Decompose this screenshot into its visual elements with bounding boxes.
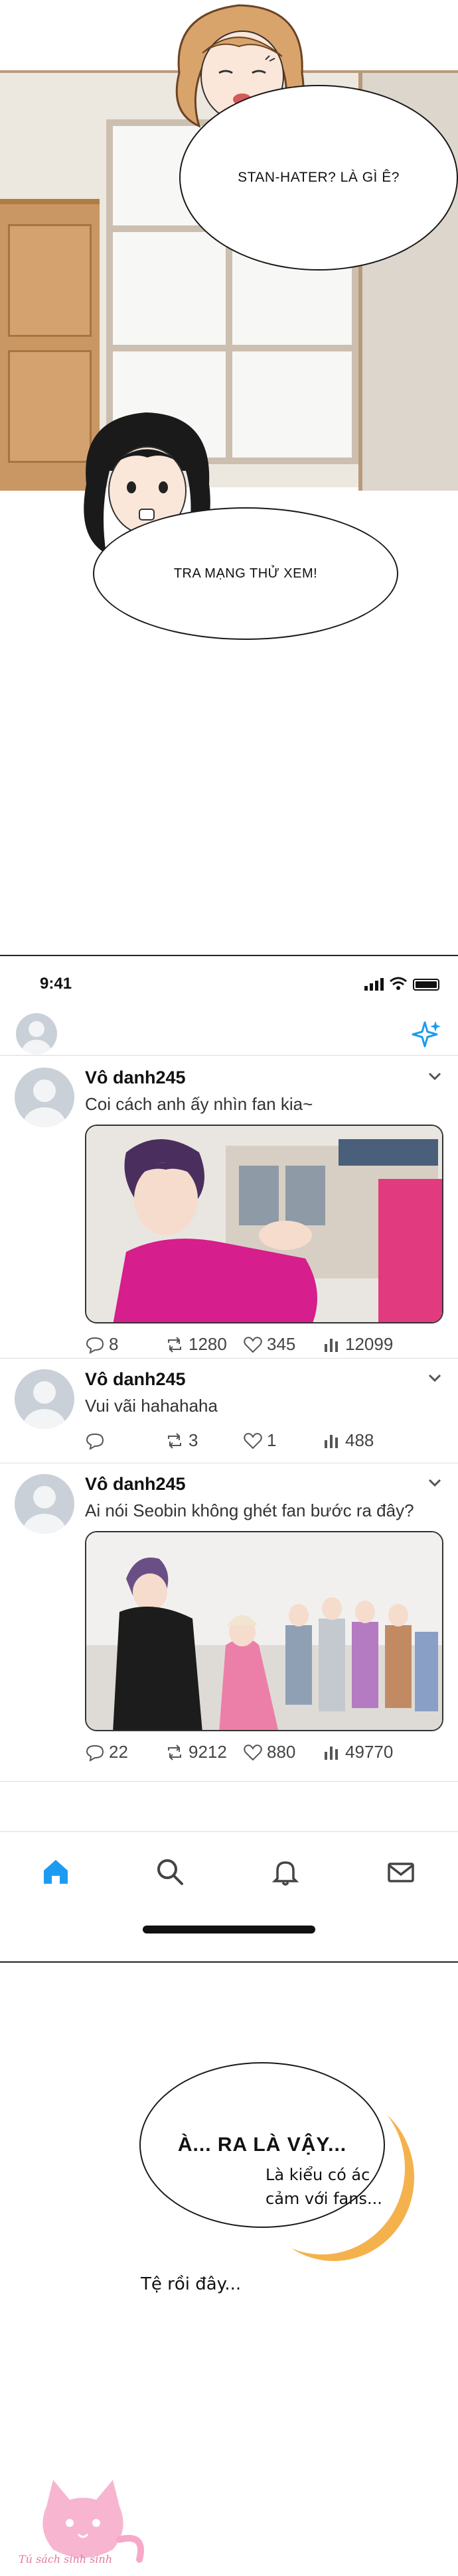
home-icon[interactable] xyxy=(40,1856,72,1888)
reply-icon xyxy=(86,1745,104,1762)
retweet-action[interactable]: 3 xyxy=(165,1430,243,1451)
phone-screen: 9:41 Vô danh245 Coi cách anh ấy nhìn fan… xyxy=(0,955,458,1963)
retweet-action[interactable]: 9212 xyxy=(165,1742,243,1762)
reply-icon xyxy=(86,1337,104,1354)
tweet-image[interactable] xyxy=(85,1125,443,1323)
views-action[interactable]: 488 xyxy=(321,1430,374,1451)
battery-icon xyxy=(413,979,439,991)
aside-line: Là kiểu có ác xyxy=(266,2166,370,2184)
speech-text: STAN-HATER? LÀ GÌ Ê? xyxy=(238,170,400,185)
views-action[interactable]: 49770 xyxy=(321,1742,393,1762)
view-count: 49770 xyxy=(345,1742,394,1762)
tweet-text: Ai nói Seobin không ghét fan bước ra đây… xyxy=(85,1501,414,1520)
speech-text: À... RA LÀ VẬY... xyxy=(177,2134,347,2156)
views-icon xyxy=(325,1338,338,1352)
like-count: 880 xyxy=(267,1742,296,1762)
view-count: 12099 xyxy=(345,1334,394,1354)
like-action[interactable]: 1 xyxy=(243,1430,321,1451)
chevron-down-icon[interactable] xyxy=(427,1371,442,1385)
tweet-actions: 3 1 488 xyxy=(85,1430,374,1451)
retweet-icon xyxy=(168,1744,181,1760)
retweet-count: 9212 xyxy=(189,1742,227,1762)
cabinet-door xyxy=(8,224,92,337)
retweet-count: 3 xyxy=(189,1430,198,1450)
reply-action[interactable] xyxy=(85,1430,165,1451)
app-header xyxy=(0,1009,458,1056)
like-action[interactable]: 880 xyxy=(243,1742,321,1762)
watermark-text: Tú sách sinh sinh xyxy=(19,2553,113,2565)
user-avatar[interactable] xyxy=(15,1474,74,1534)
tweet-image[interactable] xyxy=(85,1531,443,1731)
profile-avatar[interactable] xyxy=(16,1013,57,1054)
reply-action[interactable]: 22 xyxy=(85,1742,165,1762)
heart-icon xyxy=(244,1744,262,1760)
like-action[interactable]: 345 xyxy=(243,1334,321,1355)
reply-count: 22 xyxy=(109,1742,128,1762)
reply-count: 8 xyxy=(109,1334,119,1354)
user-avatar[interactable] xyxy=(15,1369,74,1429)
heart-icon xyxy=(244,1432,262,1449)
window-mullion xyxy=(113,345,352,351)
tweet-author[interactable]: Vô danh245 xyxy=(85,1369,186,1390)
tweet-item[interactable]: Vô danh245 Vui vãi hahahaha 3 1 488 xyxy=(0,1359,458,1463)
chevron-down-icon[interactable] xyxy=(427,1069,442,1083)
status-time: 9:41 xyxy=(40,975,72,993)
tweet-actions: 8 1280 345 12099 xyxy=(85,1334,393,1355)
retweet-action[interactable]: 1280 xyxy=(165,1334,243,1355)
chevron-down-icon[interactable] xyxy=(427,1475,442,1490)
user-avatar[interactable] xyxy=(15,1068,74,1127)
reply-icon xyxy=(86,1433,104,1450)
views-icon xyxy=(325,1746,338,1760)
bell-icon[interactable] xyxy=(269,1856,301,1888)
status-bar: 9:41 xyxy=(0,956,458,997)
status-icons xyxy=(364,976,439,991)
retweet-count: 1280 xyxy=(189,1334,227,1354)
retweet-icon xyxy=(168,1432,181,1449)
heart-icon xyxy=(244,1336,262,1353)
reply-action[interactable]: 8 xyxy=(85,1334,165,1355)
speech-bubble-top: STAN-HATER? LÀ GÌ Ê? xyxy=(179,85,458,271)
speech-bubble-middle: TRA MẠNG THỬ XEM! xyxy=(93,507,398,640)
tweet-actions: 22 9212 880 49770 xyxy=(85,1742,393,1762)
home-indicator[interactable] xyxy=(143,1926,315,1933)
views-action[interactable]: 12099 xyxy=(321,1334,393,1355)
tweet-text: Coi cách anh ấy nhìn fan kia~ xyxy=(85,1094,313,1114)
tweet-item[interactable]: Vô danh245 Coi cách anh ấy nhìn fan kia~ xyxy=(0,1057,458,1359)
mail-icon[interactable] xyxy=(385,1856,417,1888)
like-count: 345 xyxy=(267,1334,296,1354)
tweet-illustration xyxy=(86,1532,442,1730)
tweet-author[interactable]: Vô danh245 xyxy=(85,1068,186,1088)
aside-text: Tệ rồi đây... xyxy=(141,2274,242,2294)
search-icon[interactable] xyxy=(154,1856,186,1888)
speech-text: TRA MẠNG THỬ XEM! xyxy=(173,566,318,581)
tweet-item[interactable]: Vô danh245 Ai nói Seobin không ghét fan … xyxy=(0,1463,458,1782)
aside-text: Là kiểu có ác cảm với fans... xyxy=(266,2163,418,2211)
like-count: 1 xyxy=(267,1430,277,1450)
views-icon xyxy=(325,1434,338,1448)
sparkle-icon[interactable] xyxy=(410,1018,443,1052)
tweet-text: Vui vãi hahahaha xyxy=(85,1396,218,1416)
tweet-illustration xyxy=(86,1126,442,1322)
signal-icon xyxy=(364,977,384,991)
view-count: 488 xyxy=(345,1430,374,1450)
retweet-icon xyxy=(168,1336,181,1353)
tweet-author[interactable]: Vô danh245 xyxy=(85,1474,186,1495)
wifi-icon xyxy=(390,977,407,990)
bottom-nav xyxy=(0,1831,458,1904)
aside-line: cảm với fans... xyxy=(266,2189,382,2208)
